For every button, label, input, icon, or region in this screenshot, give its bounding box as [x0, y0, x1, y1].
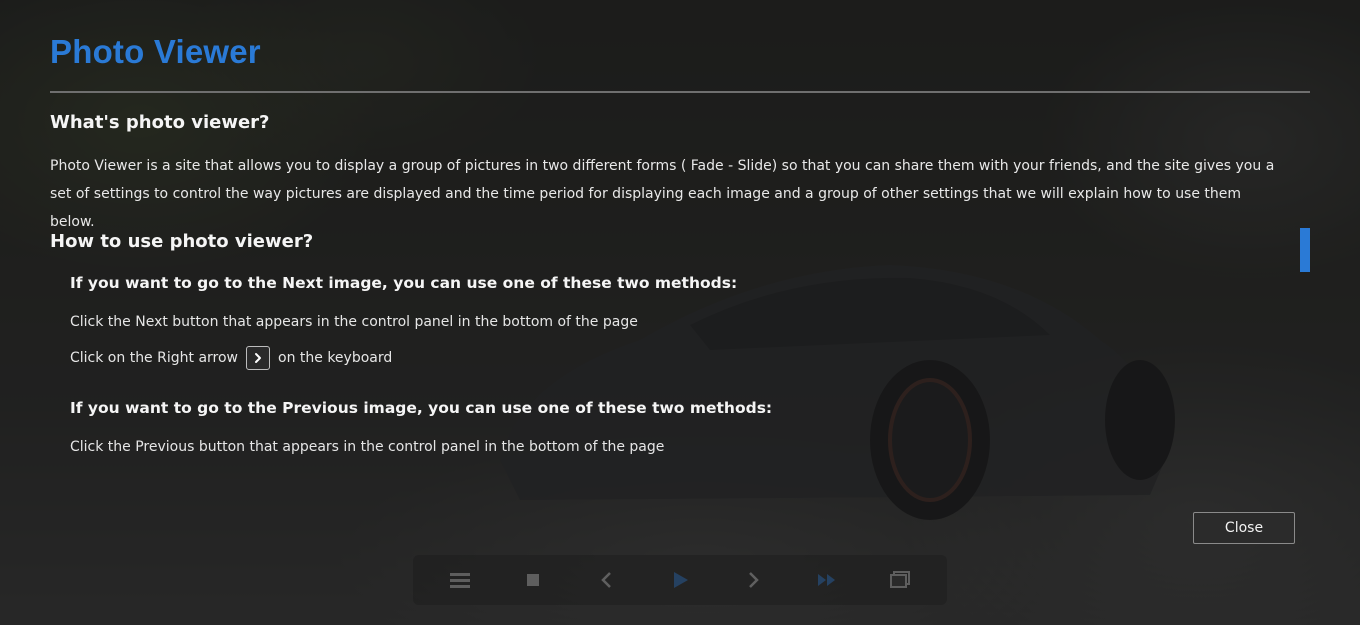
page-title: Photo Viewer [50, 33, 261, 70]
title-divider [50, 91, 1310, 93]
previous-methods-heading: If you want to go to the Previous image,… [70, 399, 773, 417]
next-methods-heading: If you want to go to the Next image, you… [70, 274, 738, 292]
section-body-what: Photo Viewer is a site that allows you t… [50, 158, 1275, 230]
play-icon[interactable] [662, 565, 698, 595]
next-method-keyboard: Click on the Right arrow on the keyboard [70, 346, 392, 370]
section-heading-how: How to use photo viewer? [50, 231, 314, 252]
gallery-icon[interactable] [882, 565, 918, 595]
next-icon[interactable] [735, 565, 771, 595]
next-method-keyboard-text-before: Click on the Right arrow [70, 350, 238, 366]
chevron-right-icon [246, 346, 270, 370]
next-method-button: Click the Next button that appears in th… [70, 314, 638, 330]
photo-viewer-stage: Photo Viewer What's photo viewer? Photo … [0, 0, 1360, 625]
section-heading-what: What's photo viewer? [50, 112, 270, 133]
previous-method-button: Click the Previous button that appears i… [70, 439, 664, 455]
fast-forward-icon[interactable] [809, 565, 845, 595]
control-panel [413, 555, 947, 605]
previous-icon[interactable] [589, 565, 625, 595]
stop-icon[interactable] [515, 565, 551, 595]
menu-icon[interactable] [442, 565, 478, 595]
scrollbar-thumb[interactable] [1300, 228, 1310, 272]
close-button[interactable]: Close [1193, 512, 1295, 544]
help-modal: Photo Viewer What's photo viewer? Photo … [50, 0, 1310, 625]
next-method-button-text: Click the Next button that appears in th… [70, 314, 638, 330]
previous-method-button-text: Click the Previous button that appears i… [70, 439, 665, 455]
next-method-keyboard-text-after: on the keyboard [278, 350, 393, 366]
